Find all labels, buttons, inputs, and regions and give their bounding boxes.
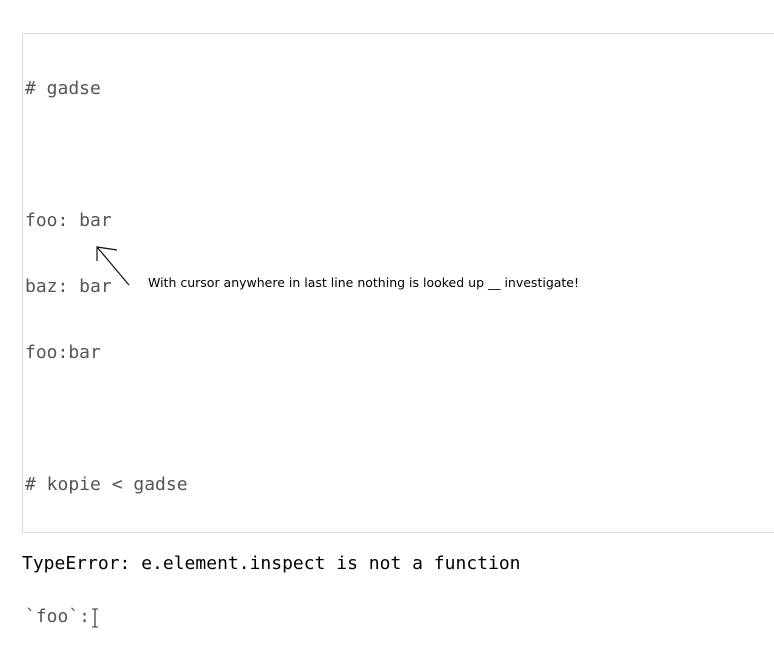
text-cursor-icon bbox=[90, 606, 99, 628]
editor-line-3[interactable]: foo: bar bbox=[25, 210, 188, 232]
editor-line-5[interactable]: foo:bar bbox=[25, 342, 188, 364]
error-message: TypeError: e.element.inspect is not a fu… bbox=[22, 553, 521, 574]
editor-line-7[interactable]: # kopie < gadse bbox=[25, 474, 188, 496]
editor-content[interactable]: # gadse foo: bar baz: bar foo:bar # kopi… bbox=[25, 34, 188, 672]
arrow-up-left-icon bbox=[96, 246, 130, 286]
editor-line-9-text: `foo`: bbox=[25, 606, 91, 627]
code-editor[interactable]: # gadse foo: bar baz: bar foo:bar # kopi… bbox=[22, 33, 774, 628]
editor-line-6[interactable] bbox=[25, 408, 188, 430]
editor-line-9[interactable]: `foo`: bbox=[25, 606, 188, 628]
editor-line-2[interactable] bbox=[25, 144, 188, 166]
annotation-note: With cursor anywhere in last line nothin… bbox=[148, 275, 580, 290]
editor-line-1[interactable]: # gadse bbox=[25, 78, 188, 100]
